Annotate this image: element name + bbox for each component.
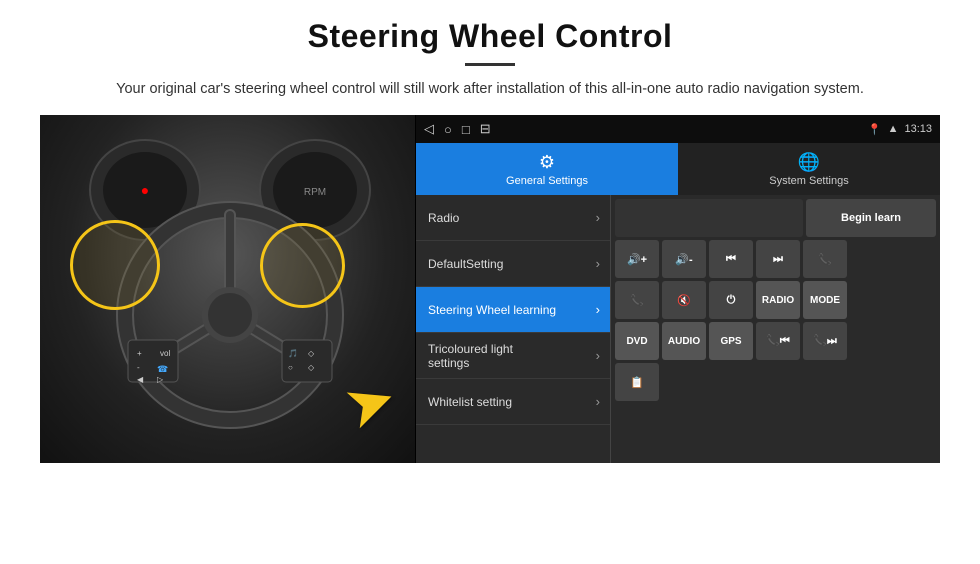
svg-text:◇: ◇ (308, 363, 315, 372)
audio-label: AUDIO (668, 336, 700, 347)
tab-general-label: General Settings (506, 175, 588, 187)
page-subtitle: Your original car's steering wheel contr… (80, 78, 900, 101)
back-icon[interactable]: ◁ (424, 121, 434, 137)
next-track-button[interactable]: ⏭ (756, 240, 800, 278)
page-container: Steering Wheel Control Your original car… (0, 0, 980, 473)
nav-icons: ◁ ○ □ ⊟ (424, 121, 491, 137)
chevron-icon-radio: › (596, 210, 600, 225)
mute-button[interactable]: 🔇 (662, 281, 706, 319)
menu-tricoloured-label: Tricoloured lightsettings (428, 342, 513, 370)
ctrl-row-2: 🔊+ 🔊- ⏮ ⏭ 📞 (615, 240, 936, 278)
svg-text:vol: vol (160, 349, 170, 358)
status-right: 📍 ▲ 13:13 (868, 123, 932, 136)
prev-track-icon: ⏮ (726, 253, 736, 266)
radio-button[interactable]: RADIO (756, 281, 800, 319)
empty-input-box (615, 199, 803, 237)
menu-item-radio[interactable]: Radio › (416, 195, 610, 241)
svg-text:◇: ◇ (308, 349, 315, 358)
power-icon: ⏻ (727, 294, 736, 307)
menu-item-whitelist[interactable]: Whitelist setting › (416, 379, 610, 425)
power-button[interactable]: ⏻ (709, 281, 753, 319)
dvd-label: DVD (626, 336, 647, 347)
playlist-icon: 📋 (630, 376, 644, 389)
highlight-circle-right (260, 223, 345, 308)
phone-answer-button[interactable]: 📞 (803, 240, 847, 278)
general-settings-icon: ⚙ (539, 152, 555, 173)
svg-text:☎: ☎ (157, 364, 168, 374)
menu-list: Radio › DefaultSetting › Steering Wheel … (416, 195, 611, 463)
title-divider (465, 63, 515, 66)
dvd-button[interactable]: DVD (615, 322, 659, 360)
svg-text:●: ● (141, 182, 149, 198)
prev-track-button[interactable]: ⏮ (709, 240, 753, 278)
menu-radio-label: Radio (428, 211, 459, 225)
mode-label: MODE (810, 295, 840, 306)
volume-down-button[interactable]: 🔊- (662, 240, 706, 278)
main-content: Radio › DefaultSetting › Steering Wheel … (416, 195, 940, 463)
chevron-icon-steering: › (596, 302, 600, 317)
volume-down-icon: 🔊- (675, 253, 692, 266)
playlist-button[interactable]: 📋 (615, 363, 659, 401)
mode-button[interactable]: MODE (803, 281, 847, 319)
tab-bar: ⚙ General Settings 🌐 System Settings (416, 143, 940, 195)
location-icon: 📍 (868, 123, 882, 136)
android-panel: ◁ ○ □ ⊟ 📍 ▲ 13:13 ⚙ General Settings (415, 115, 940, 463)
volume-up-button[interactable]: 🔊+ (615, 240, 659, 278)
content-row: ● RPM (40, 115, 940, 463)
control-grid: Begin learn 🔊+ 🔊- ⏮ (611, 195, 940, 463)
system-settings-icon: 🌐 (798, 152, 820, 173)
phone-next-icon: 📞⏭ (813, 334, 837, 348)
home-icon[interactable]: ○ (444, 122, 452, 137)
status-bar: ◁ ○ □ ⊟ 📍 ▲ 13:13 (416, 115, 940, 143)
phone-prev-button[interactable]: 📞⏮ (756, 322, 800, 360)
tab-general-settings[interactable]: ⚙ General Settings (416, 143, 678, 195)
ctrl-row-5: 📋 (615, 363, 936, 401)
car-image-panel: ● RPM (40, 115, 415, 463)
chevron-icon-whitelist: › (596, 394, 600, 409)
signal-icon: ▲ (888, 123, 899, 135)
next-track-icon: ⏭ (773, 253, 783, 266)
phone-prev-icon: 📞⏮ (766, 334, 790, 348)
page-title: Steering Wheel Control (40, 18, 940, 55)
phone-answer-icon: 📞 (818, 253, 832, 266)
svg-text:○: ○ (288, 363, 293, 372)
menu-whitelist-label: Whitelist setting (428, 395, 512, 409)
svg-text:▷: ▷ (157, 375, 164, 384)
tab-system-settings[interactable]: 🌐 System Settings (678, 143, 940, 195)
menu-item-tricoloured[interactable]: Tricoloured lightsettings › (416, 333, 610, 379)
ctrl-row-3: 📞 🔇 ⏻ RADIO MODE (615, 281, 936, 319)
svg-text:+: + (137, 349, 142, 358)
car-background: ● RPM (40, 115, 415, 463)
menu-item-default-setting[interactable]: DefaultSetting › (416, 241, 610, 287)
phone-hangup-icon: 📞 (630, 294, 644, 307)
audio-button[interactable]: AUDIO (662, 322, 706, 360)
phone-hangup-button[interactable]: 📞 (615, 281, 659, 319)
volume-up-icon: 🔊+ (627, 253, 647, 266)
gps-button[interactable]: GPS (709, 322, 753, 360)
begin-learn-button[interactable]: Begin learn (806, 199, 936, 237)
svg-text:-: - (137, 363, 140, 372)
title-section: Steering Wheel Control Your original car… (40, 18, 940, 101)
svg-text:◀: ◀ (137, 375, 144, 384)
svg-text:🎵: 🎵 (288, 349, 298, 358)
menu-default-label: DefaultSetting (428, 257, 503, 271)
chevron-icon-tricoloured: › (596, 348, 600, 363)
svg-text:RPM: RPM (304, 187, 326, 198)
tab-system-label: System Settings (769, 175, 848, 187)
ctrl-row-1: Begin learn (615, 199, 936, 237)
radio-label: RADIO (762, 295, 794, 306)
menu-item-steering-wheel-learning[interactable]: Steering Wheel learning › (416, 287, 610, 333)
ctrl-row-4: DVD AUDIO GPS 📞⏮ 📞⏭ (615, 322, 936, 360)
phone-next-button[interactable]: 📞⏭ (803, 322, 847, 360)
mute-icon: 🔇 (677, 294, 691, 307)
highlight-circle-left (70, 220, 160, 310)
gps-label: GPS (720, 336, 741, 347)
menu-steering-label: Steering Wheel learning (428, 303, 556, 317)
chevron-icon-default: › (596, 256, 600, 271)
recents-icon[interactable]: □ (462, 122, 470, 137)
menu-icon[interactable]: ⊟ (480, 121, 491, 137)
time-display: 13:13 (904, 123, 932, 135)
